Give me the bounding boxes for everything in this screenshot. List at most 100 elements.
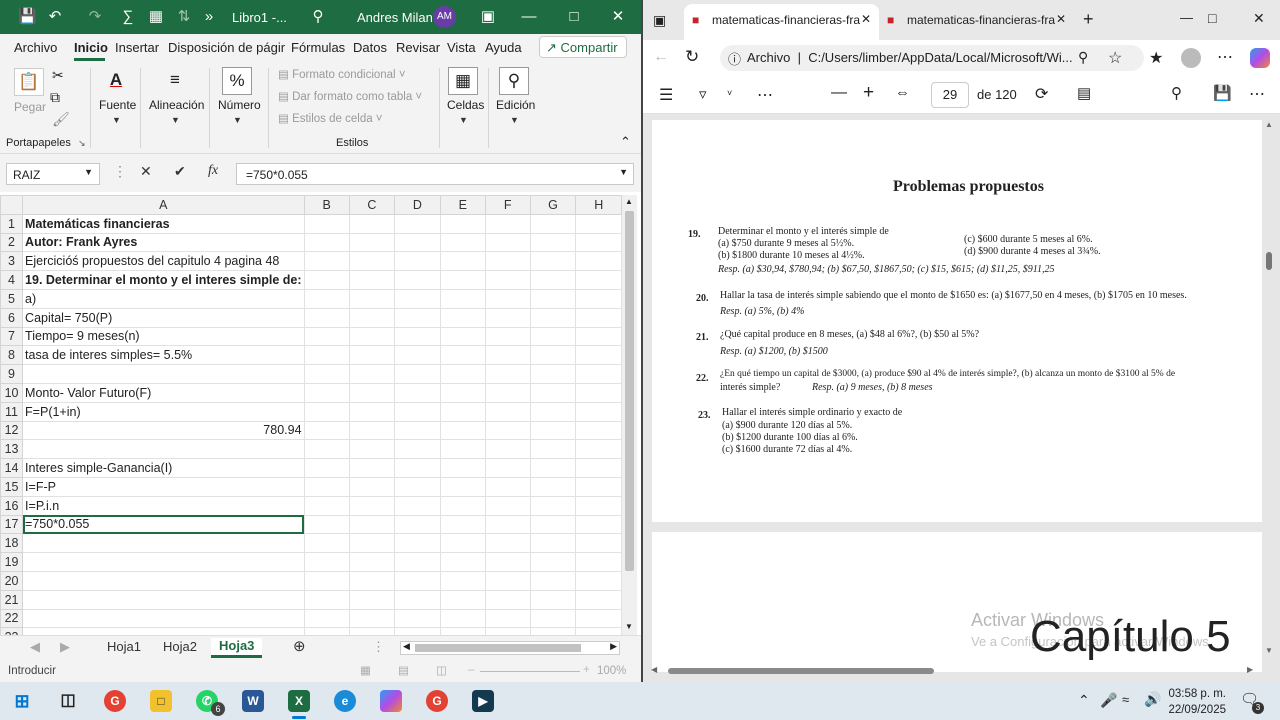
chrome-icon[interactable]: G — [104, 690, 126, 712]
row-header[interactable]: 17 — [0, 514, 24, 535]
cell[interactable] — [529, 552, 577, 572]
row-header[interactable]: 4 — [0, 270, 24, 290]
column-header[interactable]: F — [484, 195, 531, 215]
cell[interactable] — [529, 627, 577, 635]
close-tab-icon[interactable]: ✕ — [1056, 12, 1066, 26]
cell[interactable] — [439, 458, 486, 478]
close-tab-icon[interactable]: ✕ — [861, 12, 871, 26]
row-header[interactable]: 12 — [0, 420, 24, 441]
cell[interactable] — [303, 476, 350, 497]
cell[interactable] — [439, 288, 486, 309]
row-header[interactable]: 14 — [0, 458, 24, 478]
zoom-in-icon[interactable]: + — [583, 664, 590, 676]
cell[interactable] — [484, 307, 531, 328]
cell[interactable] — [575, 307, 622, 328]
cell[interactable] — [484, 589, 531, 610]
tab-archivo[interactable]: Archivo — [14, 40, 57, 55]
cell[interactable] — [348, 476, 396, 497]
row-header[interactable]: 18 — [0, 533, 24, 554]
cell[interactable] — [484, 420, 531, 441]
zoom-slider[interactable] — [480, 671, 580, 672]
browser-tab[interactable]: ■ matematicas-financieras-fra ✕ — [879, 4, 1074, 40]
cell[interactable] — [303, 364, 350, 384]
row-header[interactable]: 16 — [0, 495, 24, 516]
contents-icon[interactable]: ☰ — [659, 85, 673, 105]
cell-a23[interactable] — [22, 627, 305, 635]
cut-icon[interactable]: ✂ — [52, 67, 64, 84]
cell-a15[interactable]: I=F-P — [22, 476, 305, 497]
cell[interactable] — [484, 382, 531, 403]
alignment-label[interactable]: Alineación — [149, 98, 204, 112]
cell[interactable] — [394, 232, 441, 253]
column-header[interactable]: D — [394, 195, 441, 215]
paste-label[interactable]: Pegar — [14, 100, 46, 114]
cell[interactable] — [529, 533, 577, 554]
new-tab-icon[interactable]: + — [1083, 9, 1094, 30]
cell[interactable] — [348, 552, 396, 572]
cell[interactable] — [575, 514, 622, 535]
cell[interactable] — [348, 364, 396, 384]
cell[interactable] — [529, 345, 577, 366]
cell[interactable] — [348, 307, 396, 328]
cell[interactable] — [529, 514, 577, 535]
cell[interactable] — [484, 552, 531, 572]
cell[interactable] — [303, 608, 350, 629]
cell[interactable] — [394, 288, 441, 309]
cell[interactable] — [575, 458, 622, 478]
row-header[interactable]: 5 — [0, 288, 24, 309]
cell[interactable] — [575, 495, 622, 516]
cell[interactable] — [439, 213, 486, 234]
browser-tab-active[interactable]: ■ matematicas-financieras-fra ✕ — [684, 4, 879, 40]
cell[interactable] — [348, 458, 396, 478]
cell[interactable] — [348, 495, 396, 516]
cell[interactable] — [439, 232, 486, 253]
cell[interactable] — [348, 401, 396, 422]
cell-a13[interactable] — [22, 439, 305, 460]
cell[interactable] — [303, 533, 350, 554]
word-icon[interactable]: W — [242, 690, 264, 712]
scroll-left-icon[interactable]: ◀ — [651, 665, 657, 674]
edge-icon[interactable]: e — [334, 690, 356, 712]
clipboard-launcher-icon[interactable]: ↘ — [78, 138, 86, 149]
tab-vista[interactable]: Vista — [447, 40, 476, 55]
cell[interactable] — [575, 533, 622, 554]
wifi-icon[interactable]: ≈ — [1122, 692, 1129, 707]
pdf-horizontal-scroll-thumb[interactable] — [668, 668, 934, 674]
cell[interactable] — [348, 382, 396, 403]
vertical-scrollbar[interactable]: ▲ ▼ — [622, 195, 637, 635]
favorite-icon[interactable]: ☆ — [1108, 48, 1122, 68]
column-header[interactable]: H — [575, 195, 622, 215]
cell[interactable] — [529, 401, 577, 422]
cell[interactable] — [575, 589, 622, 610]
cell[interactable] — [394, 420, 441, 441]
cell[interactable] — [303, 514, 350, 535]
number-format-icon[interactable]: % — [222, 67, 252, 95]
cell[interactable] — [484, 495, 531, 516]
cell[interactable] — [348, 627, 396, 635]
cell[interactable] — [394, 251, 441, 272]
row-header[interactable]: 22 — [0, 608, 24, 629]
user-avatar[interactable]: AM — [433, 6, 456, 28]
cell[interactable] — [394, 552, 441, 572]
tab-actions-icon[interactable]: ▣ — [653, 12, 666, 29]
minimize-icon[interactable]: — — [1180, 10, 1193, 25]
cell[interactable] — [575, 627, 622, 635]
cell[interactable] — [439, 251, 486, 272]
maximize-icon[interactable]: □ — [1208, 10, 1216, 26]
cell[interactable] — [529, 476, 577, 497]
cell[interactable] — [348, 251, 396, 272]
sort-icon[interactable]: ⇅ — [175, 8, 193, 26]
search-icon[interactable]: ⚲ — [1171, 84, 1182, 102]
page-break-icon[interactable]: ◫ — [436, 663, 447, 677]
tab-disposicion[interactable]: Disposición de págir — [168, 40, 285, 55]
cell[interactable] — [348, 589, 396, 610]
cell[interactable] — [529, 326, 577, 347]
cell[interactable] — [348, 570, 396, 591]
cell[interactable] — [303, 270, 350, 290]
cell[interactable] — [439, 495, 486, 516]
cell[interactable] — [575, 364, 622, 384]
font-icon[interactable]: A — [101, 67, 131, 95]
cell[interactable] — [529, 251, 577, 272]
enter-check-icon[interactable]: ✔ — [174, 163, 186, 180]
cell[interactable] — [575, 251, 622, 272]
